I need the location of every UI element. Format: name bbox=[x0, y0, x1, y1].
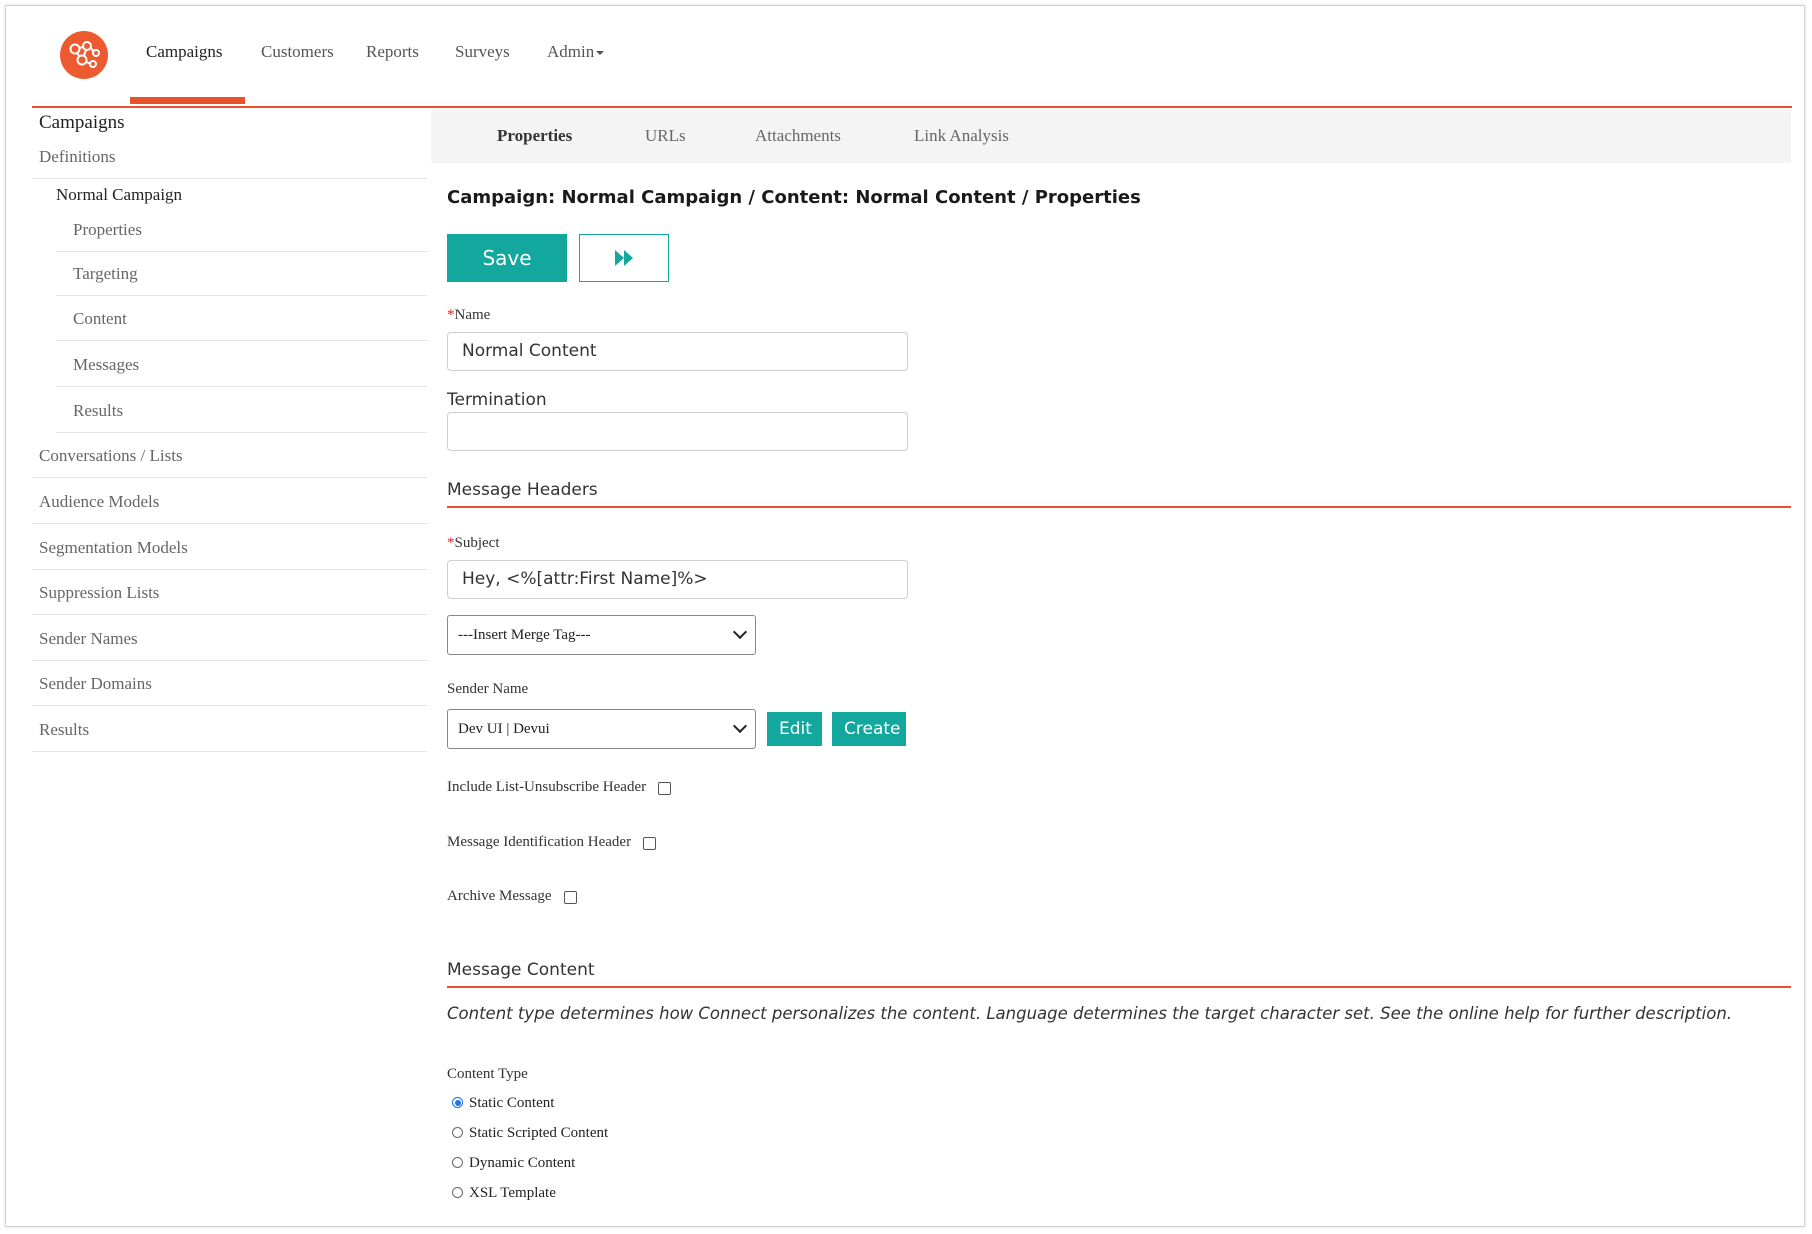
save-and-continue-button[interactable] bbox=[579, 234, 669, 282]
archive-message-label: Archive Message bbox=[447, 888, 552, 904]
fast-forward-icon bbox=[615, 250, 633, 266]
required-mark: * bbox=[447, 307, 455, 323]
content-type-option[interactable]: Static Scripted Content bbox=[452, 1125, 608, 1142]
subject-label-text: Subject bbox=[454, 535, 500, 551]
nav-admin[interactable]: Admin bbox=[547, 42, 605, 62]
list-unsubscribe-checkbox[interactable] bbox=[658, 782, 672, 795]
sidebar-item-results-sub[interactable]: Results bbox=[56, 389, 427, 433]
sidebar-item-content[interactable]: Content bbox=[56, 297, 427, 341]
tab-link-analysis[interactable]: Link Analysis bbox=[914, 126, 1009, 146]
sender-name-select[interactable]: Dev UI | Devui bbox=[447, 709, 756, 749]
name-input[interactable]: Normal Content bbox=[447, 332, 908, 371]
sender-name-select-value: Dev UI | Devui bbox=[458, 721, 550, 737]
sidebar-item-targeting[interactable]: Targeting bbox=[56, 252, 427, 296]
sidebar-item-conversations-lists[interactable]: Conversations / Lists bbox=[32, 434, 427, 478]
content-type-option[interactable]: Static Content bbox=[452, 1095, 554, 1112]
message-headers-title: Message Headers bbox=[447, 480, 1791, 508]
message-content-title: Message Content bbox=[447, 960, 1791, 988]
edit-sender-button[interactable]: Edit bbox=[767, 712, 822, 746]
caret-down-icon bbox=[596, 51, 605, 56]
nav-admin-label: Admin bbox=[547, 42, 595, 61]
content-type-option[interactable]: XSL Template bbox=[452, 1185, 556, 1202]
active-nav-indicator bbox=[130, 97, 245, 104]
list-unsubscribe-row: Include List-Unsubscribe Header bbox=[447, 779, 672, 796]
top-navigation: Campaigns Customers Reports Surveys Admi… bbox=[32, 6, 1792, 108]
create-sender-button[interactable]: Create bbox=[832, 712, 906, 746]
termination-label: Termination bbox=[447, 390, 547, 410]
archive-message-checkbox[interactable] bbox=[563, 891, 577, 904]
content-type-option-label: Dynamic Content bbox=[469, 1155, 576, 1171]
radio-icon[interactable] bbox=[452, 1127, 463, 1138]
nav-surveys[interactable]: Surveys bbox=[455, 42, 510, 62]
list-unsubscribe-label: Include List-Unsubscribe Header bbox=[447, 779, 647, 795]
sidebar-item-audience-models[interactable]: Audience Models bbox=[32, 480, 427, 524]
merge-tag-select-value: ---Insert Merge Tag--- bbox=[458, 627, 591, 643]
name-label-text: Name bbox=[454, 307, 491, 323]
content-type-option-label: XSL Template bbox=[469, 1185, 556, 1201]
chevron-down-icon bbox=[732, 624, 748, 640]
message-id-checkbox[interactable] bbox=[643, 837, 657, 850]
content-tabs: Properties URLs Attachments Link Analysi… bbox=[431, 109, 1791, 163]
sidebar-item-properties[interactable]: Properties bbox=[56, 208, 427, 252]
sidebar-item-messages[interactable]: Messages bbox=[56, 343, 427, 387]
tab-attachments[interactable]: Attachments bbox=[755, 126, 841, 146]
subject-label: *Subject bbox=[447, 535, 500, 552]
sidebar-item-definitions[interactable]: Definitions bbox=[32, 135, 427, 179]
content-type-option-label: Static Content bbox=[469, 1095, 555, 1111]
sidebar-item-sender-domains[interactable]: Sender Domains bbox=[32, 662, 427, 706]
sidebar-item-segmentation-models[interactable]: Segmentation Models bbox=[32, 526, 427, 570]
chevron-down-icon bbox=[732, 718, 748, 734]
name-label: *Name bbox=[447, 307, 490, 324]
save-button[interactable]: Save bbox=[447, 234, 567, 282]
termination-input[interactable] bbox=[447, 412, 908, 451]
sidebar-item-normal-campaign[interactable]: Normal Campaign bbox=[48, 178, 427, 212]
tab-urls[interactable]: URLs bbox=[645, 126, 686, 146]
merge-tag-select[interactable]: ---Insert Merge Tag--- bbox=[447, 615, 756, 655]
content-description: Content type determines how Connect pers… bbox=[447, 1004, 1733, 1023]
app-window: Campaigns Customers Reports Surveys Admi… bbox=[5, 5, 1805, 1227]
sidebar-title: Campaigns bbox=[39, 112, 125, 133]
sidebar-item-results[interactable]: Results bbox=[32, 708, 427, 752]
sidebar-item-sender-names[interactable]: Sender Names bbox=[32, 617, 427, 661]
content-type-label: Content Type bbox=[447, 1066, 528, 1082]
radio-icon[interactable] bbox=[452, 1187, 463, 1198]
archive-message-row: Archive Message bbox=[447, 888, 577, 905]
radio-selected-icon[interactable] bbox=[452, 1097, 463, 1108]
message-id-label: Message Identification Header bbox=[447, 834, 632, 850]
content-type-option-label: Static Scripted Content bbox=[469, 1125, 609, 1141]
sidebar-item-suppression-lists[interactable]: Suppression Lists bbox=[32, 571, 427, 615]
sender-name-label: Sender Name bbox=[447, 681, 529, 697]
app-logo-icon[interactable] bbox=[60, 31, 108, 79]
nav-reports[interactable]: Reports bbox=[366, 42, 419, 62]
radio-icon[interactable] bbox=[452, 1157, 463, 1168]
tab-properties[interactable]: Properties bbox=[497, 126, 572, 146]
required-mark: * bbox=[447, 535, 455, 551]
subject-input[interactable]: Hey, <%[attr:First Name]%> bbox=[447, 560, 908, 599]
breadcrumb: Campaign: Normal Campaign / Content: Nor… bbox=[447, 187, 1141, 208]
nav-campaigns[interactable]: Campaigns bbox=[146, 42, 223, 62]
nav-customers[interactable]: Customers bbox=[261, 42, 334, 62]
content-type-option[interactable]: Dynamic Content bbox=[452, 1155, 575, 1172]
message-id-row: Message Identification Header bbox=[447, 834, 657, 851]
